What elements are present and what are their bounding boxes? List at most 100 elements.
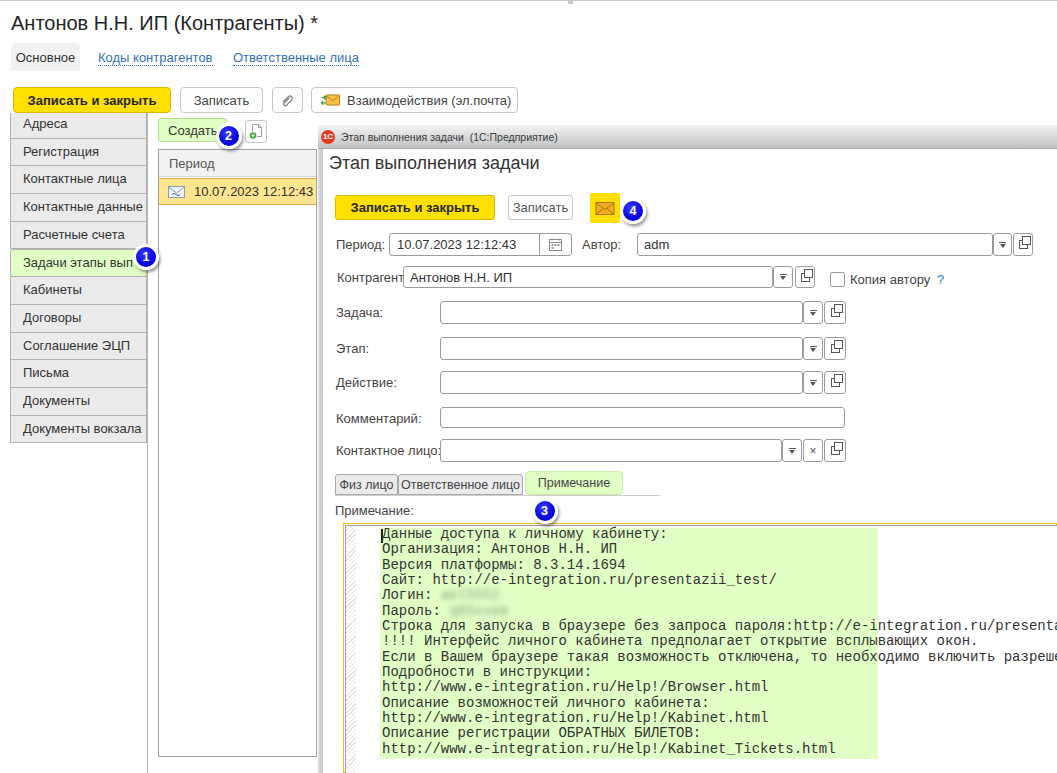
tab-primechanie[interactable]: Примечание (525, 471, 623, 495)
email-exchange-icon (320, 92, 341, 108)
dialog-window: 1С Этап выполнения задачи (1С:Предприяти… (318, 124, 1057, 773)
attachment-button[interactable] (272, 87, 303, 113)
masked-value: q8Sxxem (449, 603, 508, 619)
task-dropdown-button[interactable] (803, 301, 823, 324)
sidebar-item-11[interactable]: Документы вокзала (10, 415, 147, 444)
annotation-badge-2: 2 (216, 123, 242, 149)
interactions-button[interactable]: Взаимодействия (эл.почта) (311, 87, 518, 113)
task-label: Задача: (336, 305, 383, 320)
tab-otvetstvennoe-lico-label: Ответственное лицо (401, 478, 520, 492)
sidebar-item-2[interactable]: Контактные лица (10, 165, 147, 194)
envelope-row-icon (168, 186, 185, 198)
period-row-value: 10.07.2023 12:12:43 (194, 184, 313, 199)
dialog-heading: Этап выполнения задачи (329, 153, 540, 174)
contact-field[interactable] (440, 439, 782, 462)
author-label: Автор: (582, 237, 621, 252)
sidebar-item-9[interactable]: Письма (10, 359, 147, 388)
masked-value: ael5552 (441, 587, 500, 603)
dialog-titlebar[interactable]: 1С Этап выполнения задачи (1С:Предприяти… (318, 125, 1057, 149)
contact-dropdown-button[interactable] (782, 439, 802, 462)
sidebar-item-7[interactable]: Договоры (10, 304, 147, 333)
tab-fiz-lico-label: Физ лицо (340, 478, 394, 492)
sidebar-item-6[interactable]: Кабинеты (10, 276, 147, 305)
period-column-header[interactable]: Период (159, 150, 316, 177)
new-document-icon (248, 123, 264, 140)
counterparty-field[interactable]: Антонов Н.Н. ИП (403, 266, 773, 288)
save-label: Записать (194, 93, 250, 108)
task-open-button[interactable] (824, 301, 846, 324)
page-title: Антонов Н.Н. ИП (Контрагенты) * (11, 12, 318, 35)
open-icon (801, 273, 810, 282)
period-row-selected[interactable]: 10.07.2023 12:12:43 (159, 178, 316, 205)
sidebar-item-1[interactable]: Регистрация (10, 138, 147, 167)
open-icon (831, 344, 840, 353)
action-dropdown-button[interactable] (803, 371, 823, 394)
counterparty-open-button[interactable] (795, 266, 815, 288)
action-open-button[interactable] (824, 371, 846, 394)
sidebar-item-0[interactable]: Адреса (10, 113, 147, 139)
annotation-badge-1: 1 (133, 244, 159, 270)
stage-open-button[interactable] (824, 337, 846, 360)
dialog-titlebar-text: Этап выполнения задачи (1С:Предприятие) (341, 125, 558, 149)
tab-main[interactable]: Основное (11, 43, 80, 71)
window-top-edge (0, 0, 1057, 1)
nav-link-codes[interactable]: Коды контрагентов (98, 50, 213, 66)
nav-link-responsible[interactable]: Ответственные лица (233, 50, 359, 66)
new-document-button[interactable] (245, 120, 267, 143)
period-field[interactable]: 10.07.2023 12:12:43 (389, 233, 572, 256)
period-column-label: Период (169, 156, 215, 171)
author-field[interactable]: adm (637, 233, 993, 256)
save-close-button[interactable]: Записать и закрыть (13, 87, 171, 113)
tab-fiz-lico[interactable]: Физ лицо (335, 474, 398, 495)
counterparty-value: Антонов Н.Н. ИП (410, 270, 512, 285)
sidebar-item-8[interactable]: Соглашение ЭЦП (10, 332, 147, 361)
counterparty-dropdown-button[interactable] (773, 266, 793, 288)
open-icon (831, 446, 840, 455)
window-top-tick (568, 1, 573, 4)
period-label: Период: (336, 237, 385, 252)
save-button[interactable]: Записать (180, 87, 263, 113)
stage-dropdown-button[interactable] (803, 337, 823, 360)
comment-field[interactable] (440, 407, 845, 428)
stage-field[interactable] (440, 337, 803, 360)
note-textarea[interactable]: Данные доступа к личному кабинету: Орган… (345, 525, 1057, 773)
task-field[interactable] (440, 301, 803, 324)
calendar-button[interactable] (539, 234, 571, 255)
copy-author-help[interactable]: ? (937, 272, 944, 287)
note-label: Примечание: (335, 503, 414, 518)
author-value: adm (644, 237, 669, 252)
dialog-left-shadow (318, 149, 323, 773)
contact-clear-button[interactable]: × (803, 439, 823, 462)
sidebar-item-10[interactable]: Документы (10, 387, 147, 416)
interactions-label: Взаимодействия (эл.почта) (347, 93, 511, 108)
stage-label: Этап: (336, 341, 369, 356)
dialog-save-button[interactable]: Записать (508, 195, 573, 220)
copy-author-label: Копия автору (850, 272, 930, 287)
counterparty-label: Контрагент: (337, 270, 408, 285)
comment-label: Комментарий: (336, 411, 422, 426)
annotation-badge-4: 4 (620, 198, 646, 224)
calendar-icon (549, 238, 562, 251)
sidebar-item-5[interactable]: Задачи этапы вып (10, 249, 147, 278)
copy-author-checkbox[interactable] (830, 272, 845, 287)
tab-otvetstvennoe-lico[interactable]: Ответственное лицо (398, 474, 523, 495)
tab-main-label: Основное (16, 50, 76, 65)
annotation-badge-3: 3 (532, 498, 558, 524)
author-dropdown-button[interactable] (993, 233, 1012, 256)
email-button-highlight[interactable] (590, 193, 620, 223)
open-icon (831, 308, 840, 317)
1c-logo-icon: 1С (321, 130, 335, 144)
author-open-button[interactable] (1013, 233, 1033, 256)
period-value: 10.07.2023 12:12:43 (397, 237, 516, 252)
dialog-save-close-label: Записать и закрыть (351, 200, 480, 215)
dialog-save-close-button[interactable]: Записать и закрыть (335, 195, 495, 220)
sidebar-item-4[interactable]: Расчетные счета (10, 221, 147, 250)
email-icon (595, 201, 615, 216)
sidebar-item-3[interactable]: Контактные данные (10, 193, 147, 222)
contact-open-button[interactable] (824, 439, 846, 462)
sidebar: АдресаРегистрацияКонтактные лицаКонтактн… (10, 113, 149, 444)
sidebar-separator (147, 113, 148, 773)
contact-label: Контактное лицо: (336, 443, 441, 458)
action-field[interactable] (440, 371, 803, 394)
tab-primechanie-label: Примечание (538, 476, 610, 490)
